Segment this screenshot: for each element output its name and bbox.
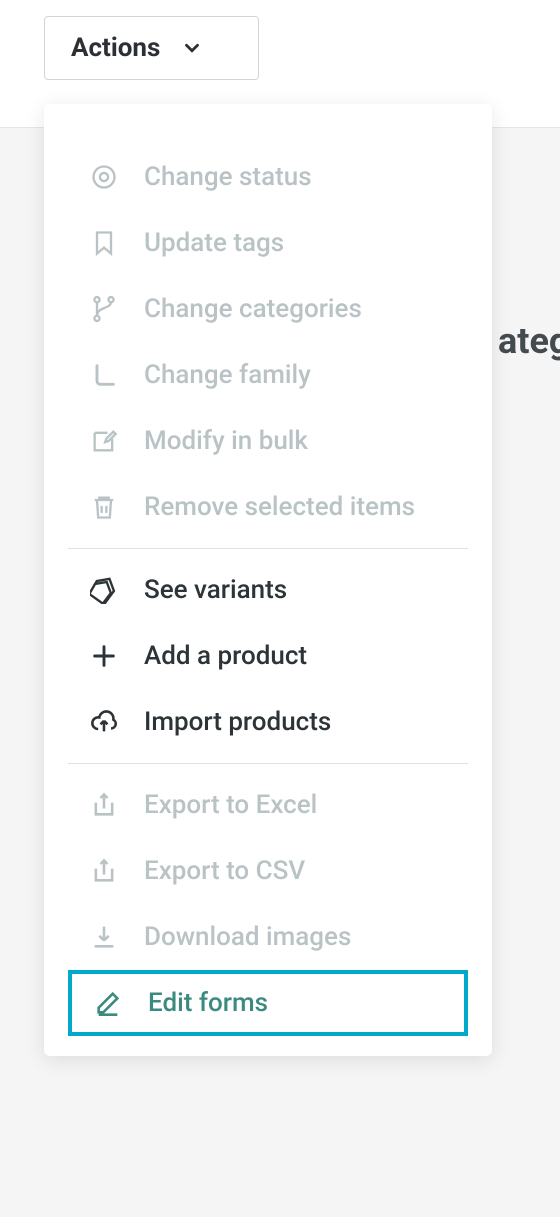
menu-item-label: Export to Excel — [144, 790, 317, 820]
bookmark-icon — [90, 229, 118, 257]
menu-item-label: Change categories — [144, 294, 362, 324]
tags-icon — [90, 576, 118, 604]
actions-dropdown: Change status Update tags Change categorie… — [44, 104, 492, 1056]
menu-item-update-tags: Update tags — [44, 210, 492, 276]
menu-item-change-status: Change status — [44, 144, 492, 210]
pencil-icon — [94, 989, 122, 1017]
export-icon — [90, 857, 118, 885]
menu-separator — [68, 548, 468, 549]
menu-item-export-to-excel: Export to Excel — [44, 772, 492, 838]
branch-icon — [90, 295, 118, 323]
menu-item-label: Modify in bulk — [144, 426, 308, 456]
trash-icon — [90, 493, 118, 521]
menu-item-label: Edit forms — [148, 988, 268, 1018]
edit-box-icon — [90, 427, 118, 455]
eye-icon — [90, 163, 118, 191]
menu-item-add-a-product[interactable]: Add a product — [44, 623, 492, 689]
menu-item-label: See variants — [144, 575, 287, 605]
menu-item-modify-in-bulk: Modify in bulk — [44, 408, 492, 474]
menu-item-label: Change status — [144, 162, 312, 192]
actions-button[interactable]: Actions — [44, 16, 259, 80]
menu-item-label: Update tags — [144, 228, 284, 258]
chevron-down-icon — [178, 34, 206, 62]
menu-item-label: Download images — [144, 922, 351, 952]
menu-item-label: Remove selected items — [144, 492, 415, 522]
menu-item-export-to-csv: Export to CSV — [44, 838, 492, 904]
menu-item-remove-selected-items: Remove selected items — [44, 474, 492, 540]
cloud-up-icon — [90, 708, 118, 736]
menu-item-label: Import products — [144, 707, 331, 737]
menu-separator — [68, 763, 468, 764]
menu-item-label: Change family — [144, 360, 311, 390]
menu-item-edit-forms[interactable]: Edit forms — [68, 970, 468, 1036]
background-text: ateg — [498, 320, 560, 362]
menu-item-change-family: Change family — [44, 342, 492, 408]
corner-icon — [90, 361, 118, 389]
menu-item-label: Add a product — [144, 641, 307, 671]
menu-item-see-variants[interactable]: See variants — [44, 557, 492, 623]
menu-item-import-products[interactable]: Import products — [44, 689, 492, 755]
plus-icon — [90, 642, 118, 670]
menu-item-download-images: Download images — [44, 904, 492, 970]
menu-item-change-categories: Change categories — [44, 276, 492, 342]
export-icon — [90, 791, 118, 819]
menu-item-label: Export to CSV — [144, 856, 305, 886]
actions-label: Actions — [71, 33, 160, 63]
download-icon — [90, 923, 118, 951]
